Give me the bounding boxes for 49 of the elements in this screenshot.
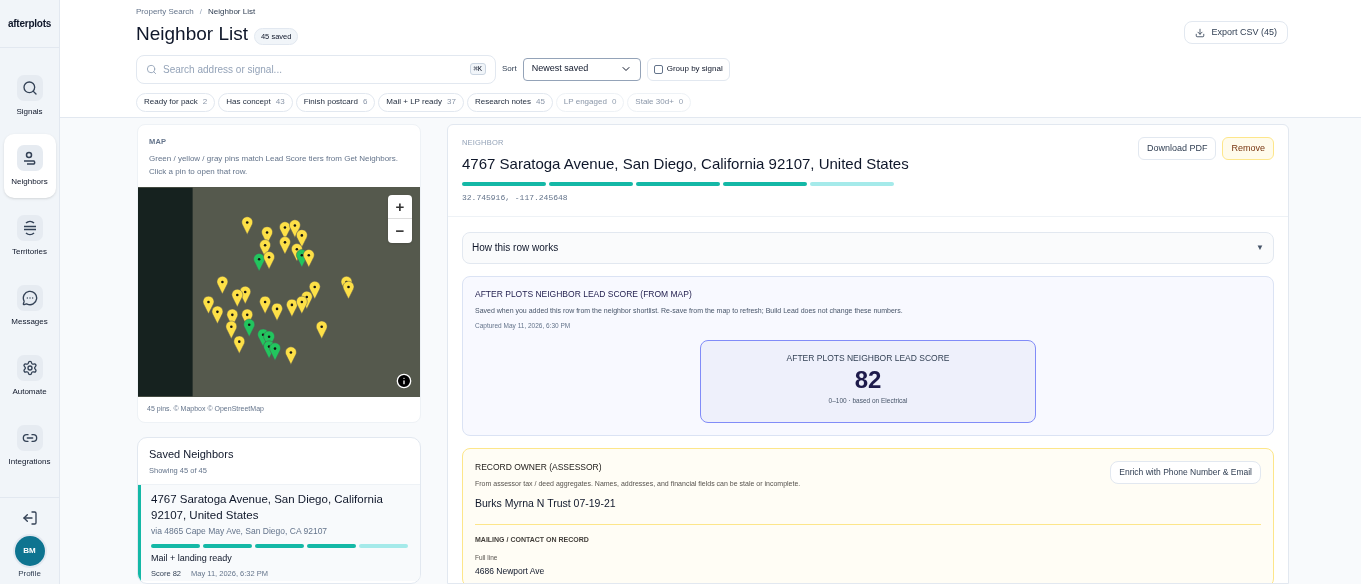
score-label: AFTER PLOTS NEIGHBOR LEAD SCORE	[786, 351, 950, 365]
page-title: Neighbor List	[136, 22, 248, 46]
brand-logo[interactable]: afterplots	[7, 16, 52, 31]
owner-name: Burks Myrna N Trust 07-19-21	[475, 496, 1261, 525]
row-address: 4767 Saratoga Avenue, San Diego, California 92107, United States	[151, 491, 384, 523]
neighbor-address: 4767 Saratoga Avenue, San Diego, California 92107, United States	[462, 154, 909, 175]
search-icon	[146, 63, 157, 75]
caret-icon: ▼	[1256, 241, 1264, 254]
group-toggle[interactable]: Group by signal	[646, 57, 730, 81]
chat-bubble-icon	[21, 289, 38, 306]
search-input[interactable]: Search address or signal...	[163, 61, 464, 77]
field-value: 4686 Newport Ave	[475, 565, 546, 578]
how-it-works-accordion[interactable]: How this row works ▼	[462, 231, 1274, 264]
settings-icon	[21, 359, 38, 376]
enrich-button[interactable]: Enrich with Phone Number & Email	[1110, 460, 1261, 484]
map-description: Green / yellow / gray pins match Lead Score tiers from Get Neighbors. Click a pin to open that row.	[149, 153, 399, 179]
zoom-out-button[interactable]: −	[388, 219, 412, 244]
row-status: Mail + landing ready	[151, 552, 233, 566]
search-icon	[21, 79, 38, 96]
zoom-in-button[interactable]: +	[388, 195, 412, 220]
score-value: 82	[854, 364, 882, 395]
nav-item[interactable]: Signals	[3, 64, 56, 128]
breadcrumb-link[interactable]: Property Search	[136, 6, 194, 18]
row-via: via 4865 Cape May Ave, San Diego, CA 92107	[151, 524, 329, 538]
nav-item[interactable]: Automate	[3, 344, 56, 408]
remove-button[interactable]: Remove	[1222, 137, 1274, 160]
export-button[interactable]: Export CSV (45)	[1184, 21, 1288, 44]
logout-icon[interactable]	[21, 510, 38, 526]
section-heading: RECORD OWNER (ASSESSOR)	[475, 460, 603, 474]
breadcrumb-current: Neighbor List	[208, 6, 256, 18]
checkbox[interactable]	[653, 64, 663, 74]
person-pin-icon	[21, 149, 38, 166]
nav-item[interactable]: Neighbors	[3, 134, 56, 198]
nav-item[interactable]: Integrations	[3, 414, 56, 478]
avatar[interactable]: BM	[14, 536, 45, 566]
map-placeholder[interactable]: + −	[138, 187, 420, 398]
sort-label: Sort	[502, 63, 517, 75]
download-icon	[1195, 27, 1206, 38]
info-icon[interactable]	[396, 373, 412, 390]
coordinates: 32.745916, -117.245648	[462, 191, 569, 204]
section-heading: AFTER PLOTS NEIGHBOR LEAD SCORE (FROM MAP)	[475, 287, 693, 301]
breadcrumb-separator: /	[199, 6, 203, 18]
globe-lines-icon	[21, 219, 38, 236]
nav-item[interactable]: Messages	[3, 274, 56, 338]
sort-select[interactable]: Newest saved	[522, 57, 641, 81]
card-title: Saved Neighbors	[149, 446, 235, 462]
profile-label: Profile	[18, 568, 41, 580]
download-pdf-button[interactable]: Download PDF	[1137, 137, 1217, 160]
nav-item[interactable]: Territories	[3, 204, 56, 268]
